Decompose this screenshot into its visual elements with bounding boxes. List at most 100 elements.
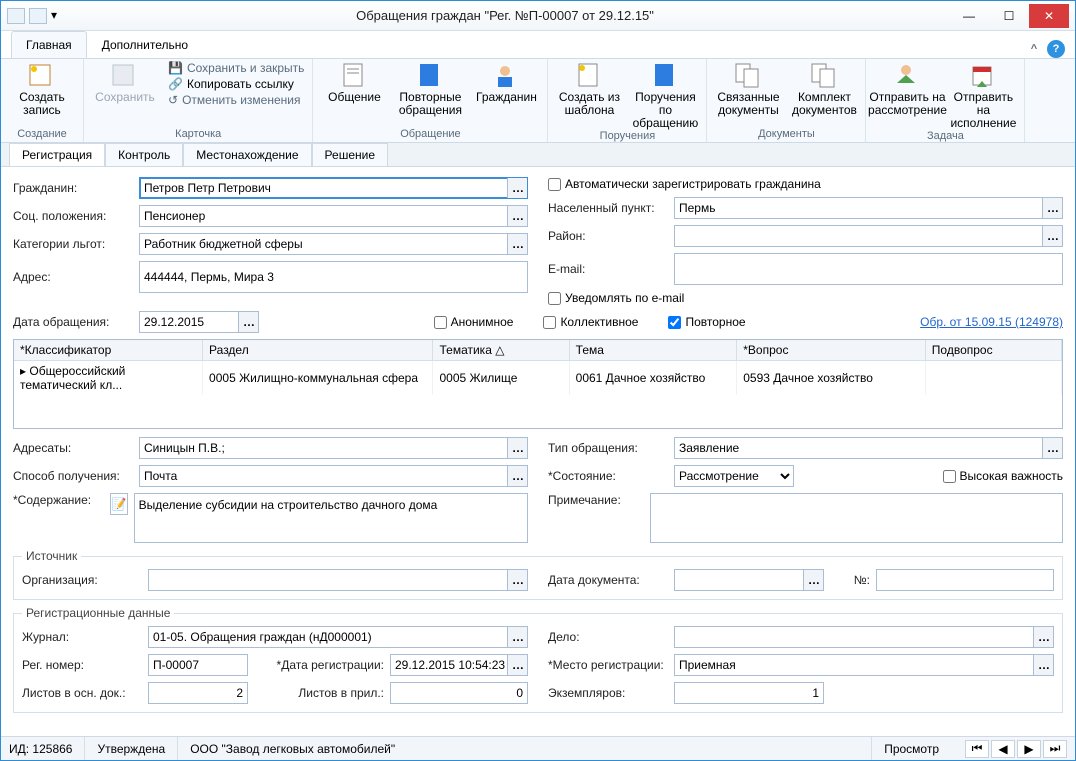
window-title: Обращения граждан "Рег. №П-00007 от 29.1… — [61, 8, 949, 23]
send-icon — [891, 61, 923, 89]
lookup-button[interactable]: … — [507, 178, 527, 198]
city-field[interactable]: Пермь… — [674, 197, 1063, 219]
lookup-button[interactable]: … — [507, 466, 527, 486]
docset-button[interactable]: Комплект документов — [791, 61, 857, 117]
lookup-button[interactable]: … — [507, 206, 527, 226]
regdate-field[interactable]: 29.12.2015 10:54:23… — [390, 654, 528, 676]
linked-icon — [732, 61, 764, 89]
collapse-ribbon-icon[interactable]: ^ — [1027, 40, 1041, 58]
sheets-field[interactable]: 2 — [148, 682, 248, 704]
citizen-field[interactable]: Петров Петр Петрович… — [139, 177, 528, 199]
anon-checkbox[interactable]: Анонимное — [434, 315, 514, 329]
way-field[interactable]: Почта… — [139, 465, 528, 487]
district-field[interactable]: … — [674, 225, 1063, 247]
place-field[interactable]: Приемная… — [674, 654, 1054, 676]
docdate-field[interactable]: … — [674, 569, 824, 591]
maximize-button[interactable]: ☐ — [989, 4, 1029, 28]
nav-prev-button[interactable]: ◀ — [991, 740, 1015, 758]
nav-last-button[interactable]: ⏭ — [1043, 740, 1067, 758]
grid-header[interactable]: Подвопрос — [925, 340, 1061, 361]
send-review-button[interactable]: Отправить на рассмотрение — [874, 61, 940, 117]
addressees-field[interactable]: Синицын П.В.;… — [139, 437, 528, 459]
cat-field[interactable]: Работник бюджетной сферы… — [139, 233, 528, 255]
grid-header[interactable]: Тема — [569, 340, 737, 361]
email-field[interactable] — [674, 253, 1063, 285]
no-field[interactable] — [876, 569, 1054, 591]
no-label: №: — [830, 573, 870, 587]
content-quick-button[interactable]: 📝 — [110, 493, 127, 515]
date-picker-button[interactable]: … — [803, 570, 823, 590]
citizen-button[interactable]: Гражданин — [473, 61, 539, 104]
close-button[interactable]: ✕ — [1029, 4, 1069, 28]
type-field[interactable]: Заявление… — [674, 437, 1063, 459]
create-record-button[interactable]: Создать запись — [9, 61, 75, 117]
state-select[interactable]: Рассмотрение — [674, 465, 794, 487]
copy-link-button[interactable]: 🔗Копировать ссылку — [168, 77, 304, 91]
lookup-button[interactable]: … — [507, 234, 527, 254]
date-picker-button[interactable]: … — [238, 312, 258, 332]
collective-checkbox[interactable]: Коллективное — [543, 315, 638, 329]
classifier-grid[interactable]: *Классификатор Раздел Тематика △ Тема *В… — [13, 339, 1063, 429]
auto-register-checkbox[interactable]: Автоматически зарегистрировать гражданин… — [548, 177, 821, 191]
lookup-button[interactable]: … — [1033, 627, 1053, 647]
lookup-button[interactable]: … — [507, 570, 527, 590]
note-field[interactable] — [650, 493, 1063, 543]
lookup-button[interactable]: … — [1042, 438, 1062, 458]
nav-first-button[interactable]: ⏮ — [965, 740, 989, 758]
create-from-template-button[interactable]: Создать из шаблона — [556, 61, 622, 117]
date-picker-button[interactable]: … — [507, 655, 527, 675]
nav-next-button[interactable]: ▶ — [1017, 740, 1041, 758]
copies-field[interactable]: 1 — [674, 682, 824, 704]
high-importance-checkbox[interactable]: Высокая важность — [943, 469, 1063, 483]
lookup-button[interactable]: … — [1033, 655, 1053, 675]
ribbon-tab-extra[interactable]: Дополнительно — [87, 31, 203, 58]
subtab-control[interactable]: Контроль — [105, 143, 183, 166]
notify-checkbox[interactable]: Уведомлять по e-mail — [548, 291, 684, 305]
qat-icon[interactable] — [7, 8, 25, 24]
date-field[interactable]: 29.12.2015… — [139, 311, 259, 333]
org-field[interactable]: … — [148, 569, 528, 591]
grid-header[interactable]: *Вопрос — [737, 340, 926, 361]
grid-header[interactable]: Тематика △ — [433, 340, 569, 361]
case-field[interactable]: … — [674, 626, 1054, 648]
undo-icon: ↺ — [168, 93, 178, 107]
linked-docs-button[interactable]: Связанные документы — [715, 61, 781, 117]
quick-access-toolbar: ▾ — [7, 8, 61, 24]
docdate-label: Дата документа: — [548, 573, 668, 587]
calendar-icon — [967, 61, 999, 89]
minimize-button[interactable]: — — [949, 4, 989, 28]
status-org: ООО "Завод легковых автомобилей" — [190, 737, 872, 760]
lookup-button[interactable]: … — [1042, 226, 1062, 246]
person-icon — [490, 61, 522, 89]
place-label: *Место регистрации: — [548, 658, 668, 672]
prev-appeal-link[interactable]: Обр. от 15.09.15 (124978) — [920, 315, 1063, 329]
subtab-decision[interactable]: Решение — [312, 143, 388, 166]
subtab-registration[interactable]: Регистрация — [9, 143, 105, 166]
repeat-checkbox[interactable]: Повторное — [668, 315, 745, 329]
grid-row[interactable]: ▸ Общероссийский тематический кл... 0005… — [14, 361, 1062, 396]
addr-field[interactable]: 444444, Пермь, Мира 3 — [139, 261, 528, 293]
lookup-button[interactable]: … — [507, 627, 527, 647]
grid-header[interactable]: *Классификатор — [14, 340, 203, 361]
soc-field[interactable]: Пенсионер… — [139, 205, 528, 227]
journal-field[interactable]: 01-05. Обращения граждан (нД000001)… — [148, 626, 528, 648]
regnum-field[interactable]: П-00007 — [148, 654, 248, 676]
district-label: Район: — [548, 229, 668, 243]
lookup-button[interactable]: … — [507, 438, 527, 458]
citizen-label: Гражданин: — [13, 181, 133, 195]
assignments-button[interactable]: Поручения по обращению — [632, 61, 698, 130]
ribbon-tab-main[interactable]: Главная — [11, 31, 87, 58]
grid-header[interactable]: Раздел — [203, 340, 433, 361]
communication-button[interactable]: Общение — [321, 61, 387, 104]
qat-icon[interactable] — [29, 8, 47, 24]
subtab-location[interactable]: Местонахождение — [183, 143, 311, 166]
content-field[interactable] — [134, 493, 528, 543]
repeat-appeals-button[interactable]: Повторные обращения — [397, 61, 463, 117]
org-label: Организация: — [22, 573, 142, 587]
lookup-button[interactable]: … — [1042, 198, 1062, 218]
qat-dropdown-icon[interactable]: ▾ — [51, 8, 61, 24]
case-label: Дело: — [548, 630, 668, 644]
att-field[interactable]: 0 — [390, 682, 528, 704]
send-execute-button[interactable]: Отправить на исполнение — [950, 61, 1016, 130]
help-icon[interactable]: ? — [1047, 40, 1065, 58]
